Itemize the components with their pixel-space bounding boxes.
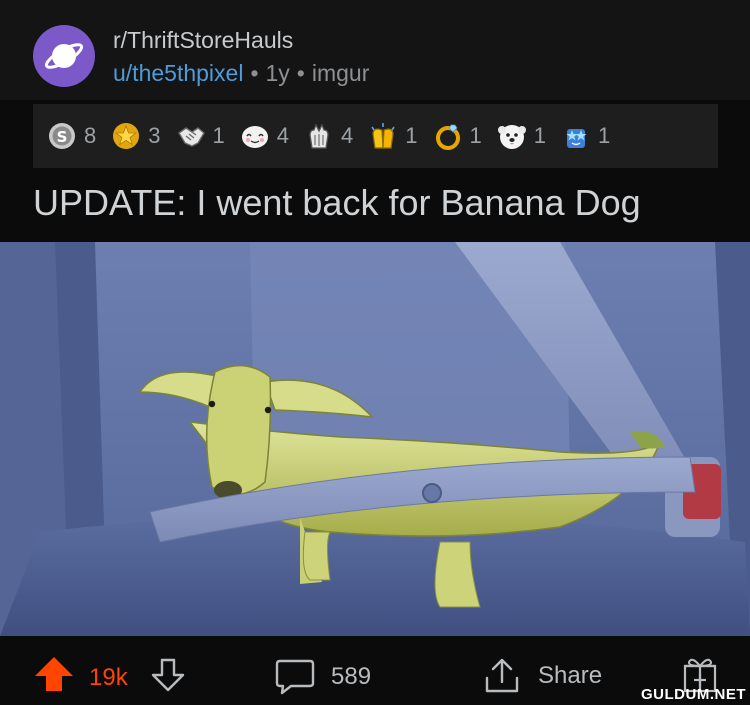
award-wholesome[interactable]: 4 (240, 121, 289, 151)
award-applause[interactable]: 4 (304, 121, 353, 151)
comment-count: 589 (331, 663, 372, 690)
gold-star-award-icon (113, 123, 140, 149)
award-handshake[interactable]: 1 (176, 121, 225, 151)
applause-award-icon (309, 123, 329, 149)
award-count: 1 (598, 123, 611, 148)
award-count: 1 (533, 123, 546, 148)
subreddit-avatar[interactable] (33, 25, 95, 87)
svg-text:S: S (57, 128, 68, 146)
post-image[interactable] (0, 242, 750, 636)
clapping-hands-award-icon (371, 123, 395, 149)
meta-separator: • (296, 60, 305, 86)
award-clapping-hands[interactable]: 1 (368, 121, 418, 151)
comments-button[interactable]: 589 (275, 658, 371, 696)
award-dog-face[interactable]: 1 (497, 121, 546, 151)
comment-bubble-icon (275, 659, 315, 695)
award-silver[interactable]: S 8 (47, 121, 96, 151)
upvote-arrow-icon (35, 657, 73, 691)
upvote-button[interactable] (33, 655, 75, 693)
downvote-button[interactable] (150, 658, 186, 692)
watermark: GULDUM.NET (641, 686, 746, 703)
award-count: 3 (148, 123, 161, 148)
award-gold-star[interactable]: 3 (111, 121, 161, 151)
meta-separator: • (250, 60, 259, 86)
award-count: 8 (84, 123, 97, 148)
starstruck-award-icon (566, 129, 587, 148)
wholesome-award-icon (241, 126, 268, 148)
share-icon (485, 658, 519, 693)
author-link[interactable]: u/the5thpixel (113, 60, 243, 86)
post-title[interactable]: UPDATE: I went back for Banana Dog (33, 182, 641, 224)
award-starstruck[interactable]: 1 (561, 121, 610, 151)
action-bar: 19k 589 Share GULDUM.NET (0, 636, 750, 705)
dog-face-award-icon (497, 125, 526, 149)
handshake-award-icon (177, 127, 205, 147)
planet-icon (44, 43, 84, 69)
post-age: 1y (265, 60, 290, 86)
award-count: 1 (212, 123, 225, 148)
awards-bar[interactable]: S 8 3 1 4 4 1 1 1 1 (33, 104, 718, 168)
downvote-arrow-icon (151, 658, 185, 692)
award-count: 4 (276, 123, 289, 148)
subreddit-name[interactable]: r/ThriftStoreHauls (113, 27, 293, 54)
post-source[interactable]: imgur (312, 60, 370, 86)
share-label: Share (538, 662, 603, 689)
award-ring[interactable]: 1 (433, 121, 482, 151)
ring-award-icon (435, 124, 460, 150)
post-header: r/ThriftStoreHauls u/the5thpixel • 1y • imgu… (0, 0, 750, 100)
share-button[interactable]: Share (482, 656, 602, 696)
award-count: 4 (341, 123, 354, 148)
post-meta: u/the5thpixel • 1y • imgur (113, 60, 369, 87)
award-count: 1 (469, 123, 482, 148)
silver-award-icon: S (49, 123, 75, 149)
award-count: 1 (405, 123, 418, 148)
vote-count: 19k (89, 664, 128, 691)
